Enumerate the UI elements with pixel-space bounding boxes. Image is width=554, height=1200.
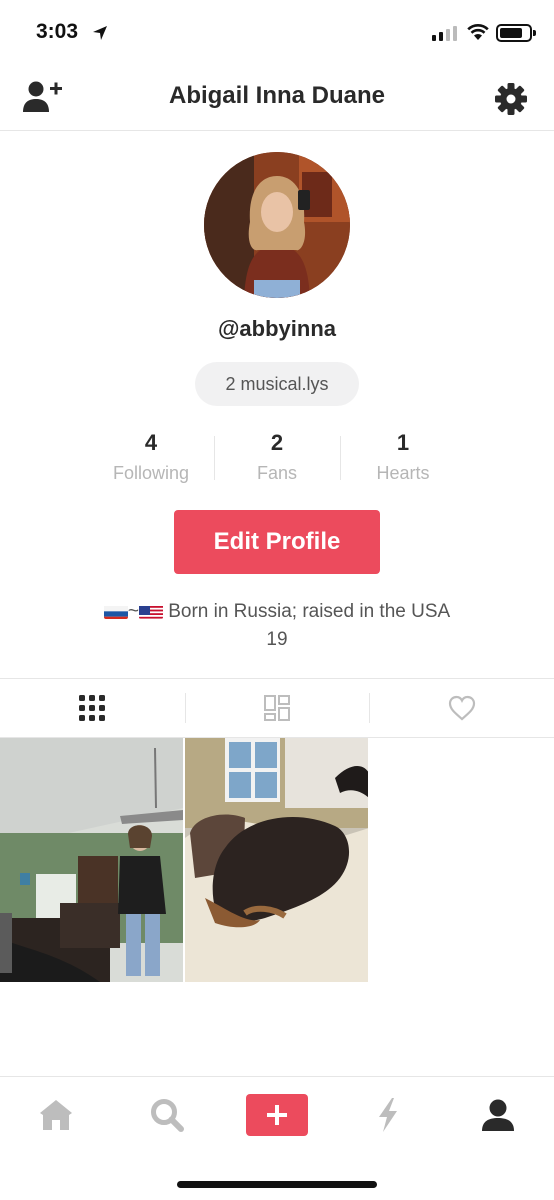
avatar-photo: [204, 152, 350, 298]
video-thumbnail[interactable]: [185, 738, 368, 982]
gear-icon: [495, 83, 527, 115]
grid-icon: [79, 695, 106, 721]
stat-hearts[interactable]: 1 Hearts: [340, 428, 466, 492]
lightning-icon: [379, 1098, 397, 1132]
video-thumbnail-image: [0, 738, 183, 982]
profile-tabs: [0, 678, 554, 738]
profile-stats: 4 Following 2 Fans 1 Hearts: [88, 428, 466, 492]
battery-icon: [496, 24, 536, 42]
video-thumbnail[interactable]: [0, 738, 183, 982]
heart-icon: [448, 695, 475, 721]
video-thumbnail-image: [185, 738, 368, 982]
nav-search-button[interactable]: [137, 1093, 197, 1137]
plus-icon: [267, 1105, 287, 1125]
bio-line-2: 19: [266, 629, 288, 650]
edit-profile-button[interactable]: Edit Profile: [174, 510, 380, 574]
stat-label: Fans: [256, 463, 298, 483]
username-handle: @abbyinna: [217, 316, 337, 341]
russia-flag-icon: [103, 603, 128, 619]
bio-separator: ~: [127, 601, 139, 622]
wifi-icon: [467, 24, 489, 40]
settings-button[interactable]: [494, 82, 530, 118]
usa-flag-icon: [138, 603, 163, 619]
status-time: 3:03: [36, 20, 79, 43]
profile-bio: ~ Born in Russia; raised in the USA 19: [0, 598, 554, 654]
search-icon: [151, 1099, 184, 1132]
profile-icon: [482, 1099, 514, 1131]
tab-liked[interactable]: [369, 679, 554, 737]
status-bar: 3:03: [0, 0, 554, 64]
nav-create-button[interactable]: [246, 1093, 308, 1137]
tab-layout[interactable]: [184, 679, 370, 737]
stat-label: Hearts: [376, 463, 430, 483]
tab-videos[interactable]: [0, 679, 185, 737]
location-arrow-icon: [93, 26, 107, 40]
nav-activity-button[interactable]: [358, 1093, 418, 1137]
layout-icon: [264, 695, 290, 721]
page-title: Abigail Inna Duane: [168, 82, 386, 109]
musicals-count-pill[interactable]: 2 musical.lys: [195, 362, 359, 406]
nav-home-button[interactable]: [26, 1093, 86, 1137]
stat-following[interactable]: 4 Following: [88, 428, 214, 492]
avatar[interactable]: [204, 152, 350, 298]
bottom-tab-bar: [0, 1076, 554, 1200]
nav-profile-button[interactable]: [468, 1093, 528, 1137]
signal-icon: [432, 26, 457, 41]
create-button-bg: [246, 1094, 308, 1136]
home-indicator[interactable]: [177, 1181, 377, 1188]
profile-header: Abigail Inna Duane: [0, 64, 554, 131]
stat-value: 1: [396, 430, 410, 455]
stat-value: 2: [270, 430, 284, 455]
stat-fans[interactable]: 2 Fans: [214, 428, 340, 492]
bio-text: Born in Russia; raised in the USA: [168, 601, 451, 622]
home-icon: [40, 1100, 72, 1130]
stat-label: Following: [112, 463, 190, 483]
stat-value: 4: [144, 430, 158, 455]
bio-line-1: ~ Born in Russia; raised in the USA: [0, 598, 554, 626]
